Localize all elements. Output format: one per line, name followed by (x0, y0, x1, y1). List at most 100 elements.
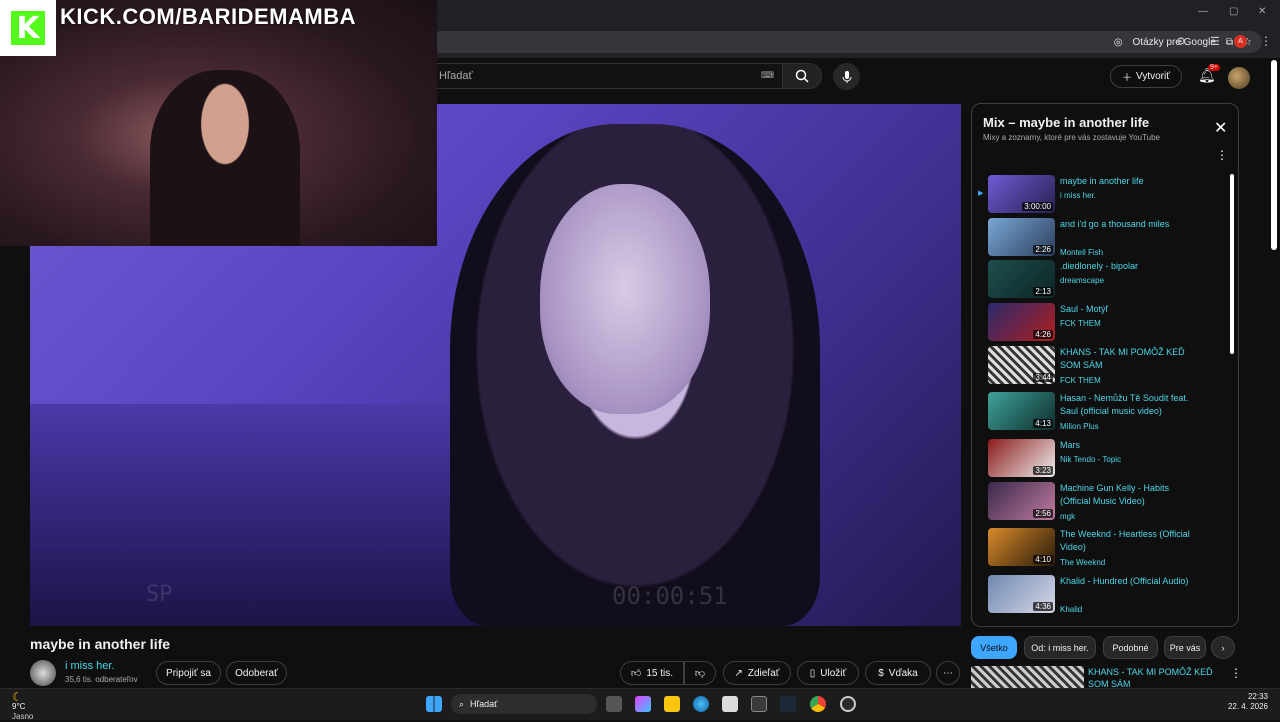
more-actions-button[interactable]: ⋯ (936, 661, 960, 685)
install-icon[interactable]: ⧉ (1226, 37, 1233, 48)
playlist-item-channel[interactable]: i miss her. (1060, 191, 1096, 200)
account-avatar[interactable] (1228, 67, 1250, 89)
next-video-thumbnail[interactable] (971, 666, 1084, 688)
playlist-title[interactable]: Mix – maybe in another life (983, 115, 1149, 130)
playlist-item-title[interactable]: Hasan - Nemůžu Tě Soudit feat. Saul (off… (1060, 392, 1200, 418)
like-button[interactable]: 👍︎ 15 tis. (620, 661, 684, 685)
playlist-item[interactable]: 2:13 .diedlonely - bipolar dreamscape (972, 260, 1232, 306)
thanks-button[interactable]: $ Vďaka (865, 661, 931, 685)
store-icon[interactable] (722, 696, 738, 712)
ask-google-button[interactable]: Otázky pre Google (1133, 37, 1216, 48)
playlist-item[interactable]: 4:26 Saul - Motýľ FCK THEM (972, 303, 1232, 349)
playlist-item-channel[interactable]: Nik Tendo - Topic (1060, 455, 1121, 464)
weather-widget[interactable]: ☾ 9°C Jasno (12, 691, 33, 722)
notifications-bell-icon[interactable]: 🔔︎ 9+ (1198, 64, 1220, 84)
playlist-item-title[interactable]: Mars (1060, 439, 1200, 452)
subscribe-button[interactable]: Odoberať (226, 661, 287, 685)
playlist-item-thumbnail[interactable]: 2:56 (988, 482, 1055, 520)
next-video-more-icon[interactable]: ⋮ (1230, 666, 1242, 680)
playlist-item-thumbnail[interactable]: 2:26 (988, 218, 1055, 256)
playlist-item-thumbnail[interactable]: 4:13 (988, 392, 1055, 430)
chips-next-icon[interactable]: › (1211, 636, 1235, 659)
save-button[interactable]: ▯ Uložiť (797, 661, 859, 685)
join-button[interactable]: Pripojiť sa (156, 661, 221, 685)
chrome-icon[interactable] (810, 696, 826, 712)
minimize-icon[interactable]: — (1198, 6, 1208, 17)
edge-icon[interactable] (693, 696, 709, 712)
file-explorer-icon[interactable] (664, 696, 680, 712)
more-vertical-icon[interactable]: ⋮ (1216, 148, 1228, 162)
streamer-webcam (150, 70, 300, 246)
playlist-item[interactable]: 3:44 KHANS - TAK MI POMÔŽ KEĎ SOM SÁM FCK … (972, 346, 1232, 392)
share-button[interactable]: ↗ Zdieľať (723, 661, 791, 685)
playlist-item-duration: 3:44 (1033, 373, 1053, 382)
chip-all[interactable]: Všetko (971, 636, 1017, 659)
playlist-item-title[interactable]: maybe in another life (1060, 175, 1200, 188)
chip-related[interactable]: Podobné (1103, 636, 1158, 659)
create-button[interactable]: ＋ Vytvoriť (1110, 65, 1182, 88)
playlist-item-thumbnail[interactable]: 2:13 (988, 260, 1055, 298)
extensions-icon[interactable]: ⚙ (1176, 35, 1186, 48)
taskbar-clock[interactable]: 22:33 22. 4. 2026 (1228, 692, 1268, 712)
playlist-item-channel[interactable]: Khalid (1060, 605, 1082, 614)
playlist-item-title[interactable]: .diedlonely - bipolar (1060, 260, 1200, 273)
playlist-item-title[interactable]: Saul - Motýľ (1060, 303, 1200, 316)
search-input[interactable]: Hľadať ⌨ (430, 63, 782, 89)
copilot-icon[interactable] (635, 696, 651, 712)
address-bar[interactable]: ◎ Otázky pre Google ⧉ ☆ (430, 31, 1262, 53)
playlist-item-title[interactable]: and i'd go a thousand miles (1060, 218, 1200, 231)
playlist-item-thumbnail[interactable]: 3:23 (988, 439, 1055, 477)
filter-chips: Všetko Od: i miss her. Podobné Pre vás › (971, 636, 1239, 660)
app-icon[interactable] (840, 696, 856, 712)
profile-avatar[interactable]: A (1234, 35, 1247, 48)
search-button[interactable] (782, 63, 822, 89)
plus-icon: ＋ (1122, 73, 1133, 84)
playlist-panel: Mix – maybe in another life Mixy a zozna… (971, 103, 1239, 627)
playlist-item-channel[interactable]: Milion Plus (1060, 422, 1099, 431)
restore-icon[interactable]: ▢ (1229, 6, 1238, 17)
playlist-item-thumbnail[interactable]: 4:26 (988, 303, 1055, 341)
steam-icon[interactable] (780, 696, 796, 712)
playlist-item-title[interactable]: Khalid - Hundred (Official Audio) (1060, 575, 1200, 588)
page-scrollbar[interactable] (1271, 60, 1277, 250)
playlist-item[interactable]: 2:56 Machine Gun Kelly - Habits (Official… (972, 482, 1232, 528)
channel-avatar[interactable] (30, 660, 56, 686)
playlist-item-channel[interactable]: mgk (1060, 512, 1075, 521)
playlist-item-title[interactable]: Machine Gun Kelly - Habits (Official Mus… (1060, 482, 1200, 508)
playlist-item-title[interactable]: The Weeknd - Heartless (Official Video) (1060, 528, 1200, 554)
playlist-subtitle: Mixy a zoznamy, ktoré pre vás zostavuje … (983, 133, 1160, 142)
playlist-item[interactable]: 2:26 and i'd go a thousand miles Montell F… (972, 218, 1232, 264)
channel-name[interactable]: i miss her. (65, 660, 115, 672)
dislike-button[interactable]: 👎︎ (684, 661, 716, 685)
playlist-item[interactable]: 4:13 Hasan - Nemůžu Tě Soudit feat. Saul … (972, 392, 1232, 438)
chip-for-you[interactable]: Pre vás (1164, 636, 1206, 659)
playlist-item[interactable]: 4:10 The Weeknd - Heartless (Official Vid… (972, 528, 1232, 574)
voice-search-button[interactable] (833, 63, 860, 90)
playlist-item-channel[interactable]: The Weeknd (1060, 558, 1105, 567)
taskbar-search[interactable]: ⌕ Hľadať (451, 694, 597, 714)
task-view-icon[interactable] (606, 696, 622, 712)
close-window-icon[interactable]: ✕ (1258, 6, 1266, 17)
keyboard-icon[interactable]: ⌨ (761, 70, 774, 81)
google-lens-icon[interactable]: ◎ (1114, 37, 1123, 48)
playlist-item-thumbnail[interactable]: 3:44 (988, 346, 1055, 384)
playlist-item-thumbnail[interactable]: 4:10 (988, 528, 1055, 566)
playlist-item-title[interactable]: KHANS - TAK MI POMÔŽ KEĎ SOM SÁM (1060, 346, 1200, 372)
chip-from-channel[interactable]: Od: i miss her. (1024, 636, 1096, 659)
playlist-item[interactable]: 4:36 Khalid - Hundred (Official Audio) Kha… (972, 575, 1232, 621)
video-title: maybe in another life (30, 636, 171, 652)
playlist-item-thumbnail[interactable]: 3:00:00 (988, 175, 1055, 213)
playlist-item-channel[interactable]: Montell Fish (1060, 248, 1103, 257)
playlist-item-thumbnail[interactable]: 4:36 (988, 575, 1055, 613)
outlook-icon[interactable] (751, 696, 767, 712)
playlist-item-channel[interactable]: FCK THEM (1060, 319, 1101, 328)
windows-start-icon[interactable] (426, 696, 442, 712)
next-video-title[interactable]: KHANS - TAK MI POMÔŽ KEĎ SOM SÁM (1088, 666, 1218, 690)
playlist-item[interactable]: 3:23 Mars Nik Tendo - Topic (972, 439, 1232, 485)
reading-list-icon[interactable]: ☰ (1210, 35, 1220, 48)
close-icon[interactable]: ✕ (1214, 118, 1227, 138)
playlist-item[interactable]: ▶ 3:00:00 maybe in another life i miss her. (972, 175, 1232, 221)
playlist-item-channel[interactable]: dreamscape (1060, 276, 1104, 285)
playlist-item-channel[interactable]: FCK THEM (1060, 376, 1101, 385)
browser-menu-icon[interactable]: ⋮ (1260, 34, 1272, 48)
